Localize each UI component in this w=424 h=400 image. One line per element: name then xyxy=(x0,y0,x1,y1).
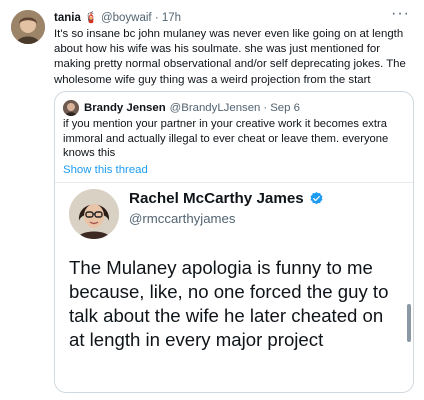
card-tweet-text: The Mulaney apologia is funny to me beca… xyxy=(69,257,389,350)
quote-header: Brandy Jensen @BrandyLJensen · Sep 6 xyxy=(63,100,300,116)
card-author-handle: @rmccarthyjames xyxy=(129,211,236,226)
avatar-image xyxy=(11,10,45,44)
show-thread-link[interactable]: Show this thread xyxy=(63,164,148,176)
card-author-name-text: Rachel McCarthy James xyxy=(129,190,304,207)
author-name[interactable]: tania xyxy=(54,12,81,24)
card-avatar-image xyxy=(69,189,119,239)
tweet-time[interactable]: 17h xyxy=(162,12,181,24)
quote-author-name: Brandy Jensen xyxy=(84,102,166,114)
quote-text: if you mention your partner in your crea… xyxy=(63,118,389,159)
more-options-icon[interactable]: ··· xyxy=(391,5,410,23)
card-avatar xyxy=(69,189,119,239)
quote-avatar[interactable] xyxy=(63,100,79,116)
card-scrollbar[interactable] xyxy=(407,304,411,342)
quote-date: Sep 6 xyxy=(270,102,300,114)
separator-dot: · xyxy=(154,12,159,24)
author-handle[interactable]: @boywaif xyxy=(101,12,152,24)
quoted-tweet[interactable]: Brandy Jensen @BrandyLJensen · Sep 6 if … xyxy=(54,91,414,393)
avatar[interactable] xyxy=(11,10,45,44)
card-author-name: Rachel McCarthy James xyxy=(129,190,324,207)
quote-author-handle: @BrandyLJensen xyxy=(169,102,261,114)
tweet-header: tania 🧯 @boywaif · 17h xyxy=(54,11,181,24)
verified-badge-icon xyxy=(310,191,323,205)
quote-avatar-image xyxy=(63,100,79,116)
tweet-text: It's so insane bc john mulaney was never… xyxy=(54,28,406,86)
quote-separator-dot: · xyxy=(263,102,268,114)
author-emoji: 🧯 xyxy=(84,12,98,24)
